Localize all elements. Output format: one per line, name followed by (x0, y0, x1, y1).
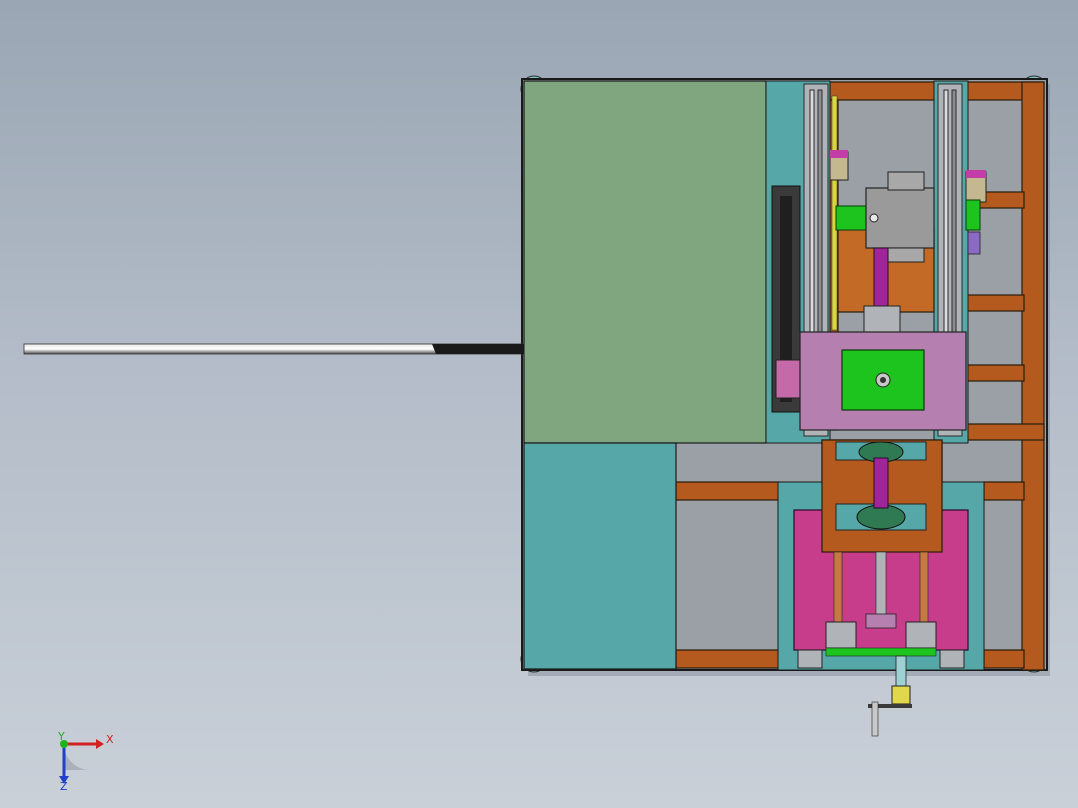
green-block-hole-center (880, 377, 886, 383)
purple-tab (967, 231, 981, 255)
crank-handle[interactable] (871, 701, 879, 737)
coordinate-triad: X Y Z (57, 730, 114, 793)
magenta-shaft-lower-front (873, 457, 889, 509)
rod-dark-end (432, 344, 524, 354)
guide-rod-left (833, 551, 843, 623)
screw-nut (865, 613, 897, 629)
green-cover-panel[interactable] (523, 80, 767, 444)
ball-screw[interactable] (875, 551, 887, 623)
shaft-coupler (863, 305, 901, 333)
gearbox-bolt (869, 213, 879, 223)
gearbox-top (887, 171, 925, 191)
bearing-bottom-front (856, 504, 906, 530)
z-axis-label: Z (60, 780, 68, 793)
cad-model-viewport[interactable]: X Y Z (0, 0, 1078, 808)
green-bottom-strip (825, 647, 937, 657)
x-axis-arrow (96, 739, 104, 749)
crank-hub[interactable] (891, 685, 911, 705)
y-axis-label: Y (57, 730, 65, 743)
magenta-shaft-upper[interactable] (873, 247, 889, 311)
bracket-cap-right (966, 170, 986, 178)
gearbox-bottom (887, 247, 925, 263)
teal-cover-panel[interactable] (523, 442, 677, 670)
guide-rod-right (919, 551, 929, 623)
x-axis-label: X (106, 733, 114, 746)
bracket-cap-left (830, 150, 848, 158)
triad-plane (64, 744, 90, 770)
crank-shaft[interactable] (895, 655, 907, 687)
green-mount-right (965, 199, 981, 231)
